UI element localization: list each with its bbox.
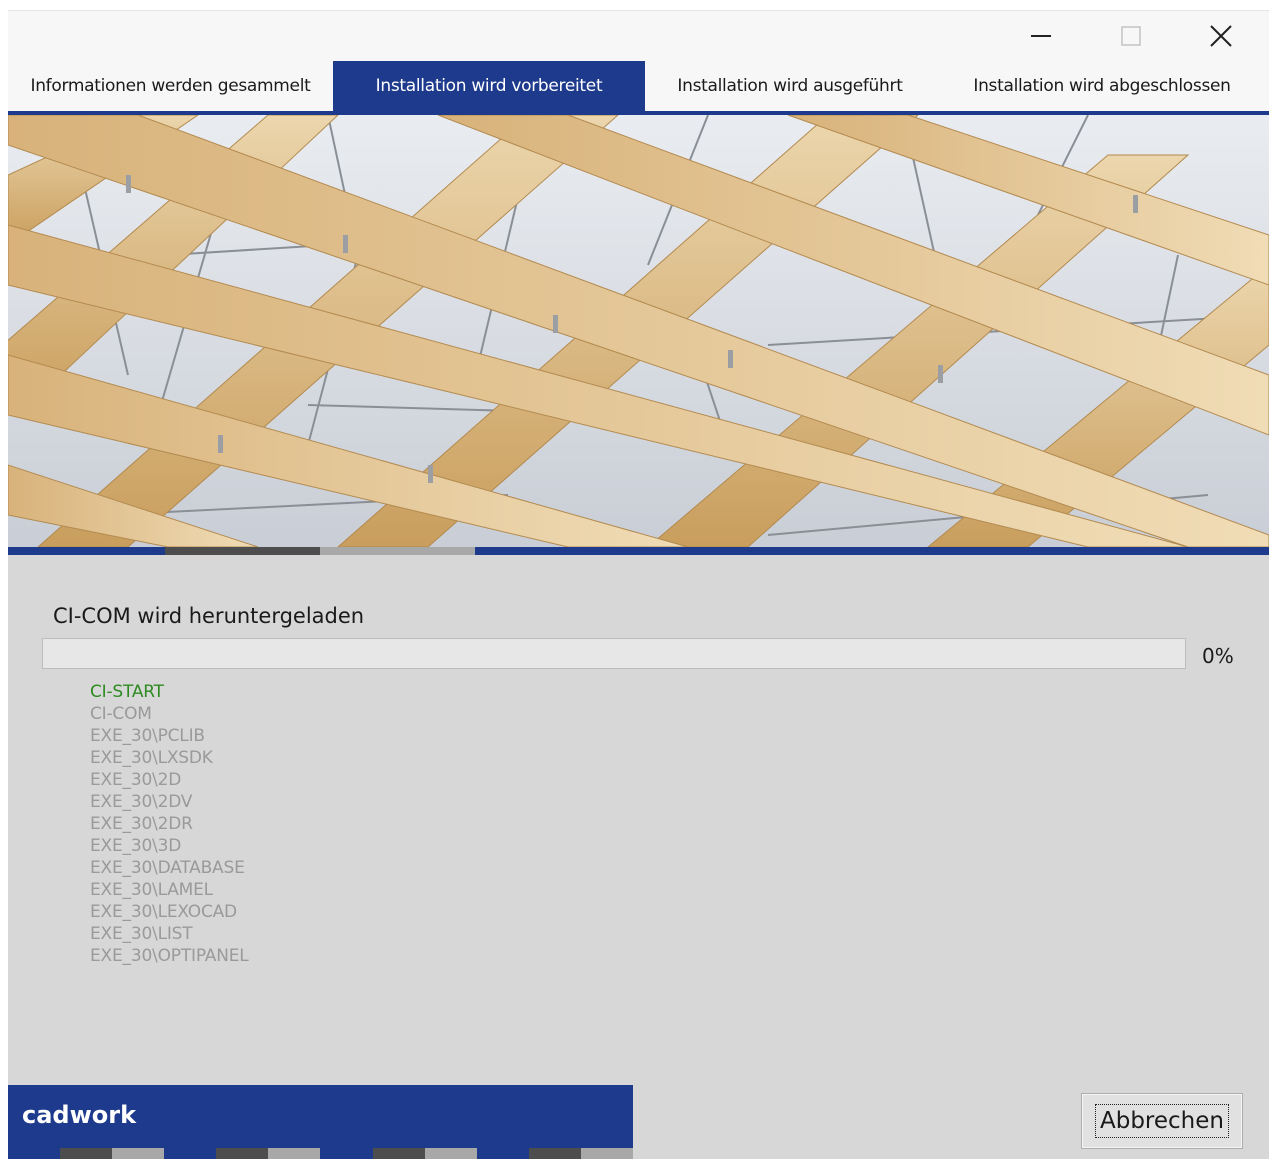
maximize-button[interactable] [1108,19,1154,53]
stripe-segment [475,547,1269,555]
tab-gathering-information: Informationen werden gesammelt [8,61,333,111]
cancel-button[interactable]: Abbrechen [1081,1093,1243,1149]
tab-running-installation: Installation wird ausgeführt [645,61,935,111]
component-item: EXE_30\LIST [90,924,193,944]
progress-percent: 0% [1202,644,1234,668]
tab-label: Installation wird abgeschlossen [973,76,1231,96]
stripe-segment [320,1148,373,1159]
brand-bar: cadwork [8,1085,633,1148]
stripe-segment [216,1148,269,1159]
hero-image-timber-roof [8,115,1269,547]
component-item: EXE_30\PCLIB [90,726,205,746]
tab-preparing-installation: Installation wird vorbereitet [333,61,645,111]
component-item: EXE_30\2D [90,770,182,790]
stripe-segment [528,1148,581,1159]
component-item: EXE_30\LXSDK [90,748,213,768]
component-item: EXE_30\2DV [90,792,193,812]
stripe-segment [164,1148,217,1159]
cancel-button-label: Abbrechen [1095,1104,1229,1138]
stripe-segment [8,547,165,555]
title-bar: Informationen werden gesammelt Installat… [8,11,1269,111]
download-status-text: CI-COM wird heruntergeladen [53,604,365,628]
stripe-segment [320,547,475,555]
close-icon [1210,25,1232,47]
stripe-segment [372,1148,425,1159]
component-item: CI-COM [90,704,152,724]
component-item: EXE_30\OPTIPANEL [90,946,249,966]
maximize-icon [1121,26,1141,46]
step-tabs: Informationen werden gesammelt Installat… [8,61,1269,111]
tab-label: Installation wird vorbereitet [375,76,603,96]
minimize-icon [1031,35,1051,37]
stripe-segment [268,1148,321,1159]
step-progress-stripe [8,547,1269,555]
component-item: EXE_30\DATABASE [90,858,245,878]
stripe-segment [580,1148,633,1159]
brand-stripe [8,1148,633,1159]
stripe-segment [424,1148,477,1159]
tab-finishing-installation: Installation wird abgeschlossen [935,61,1269,111]
installer-window: Informationen werden gesammelt Installat… [8,10,1269,1159]
download-progress-bar [42,638,1186,669]
close-button[interactable] [1198,19,1244,53]
component-item: EXE_30\LAMEL [90,880,213,900]
component-item: EXE_30\3D [90,836,182,856]
brand-logo-text: cadwork [22,1101,137,1129]
stripe-segment [165,547,320,555]
component-item: EXE_30\2DR [90,814,193,834]
component-item: EXE_30\LEXOCAD [90,902,237,922]
component-item: CI-START [90,682,164,702]
stripe-segment [60,1148,113,1159]
tab-label: Installation wird ausgeführt [677,76,903,96]
stripe-segment [8,1148,61,1159]
tab-label: Informationen werden gesammelt [30,76,311,96]
minimize-button[interactable] [1018,19,1064,53]
stripe-segment [476,1148,529,1159]
component-list: CI-START CI-COM EXE_30\PCLIB EXE_30\LXSDK EX… [90,681,249,967]
stripe-segment [112,1148,165,1159]
